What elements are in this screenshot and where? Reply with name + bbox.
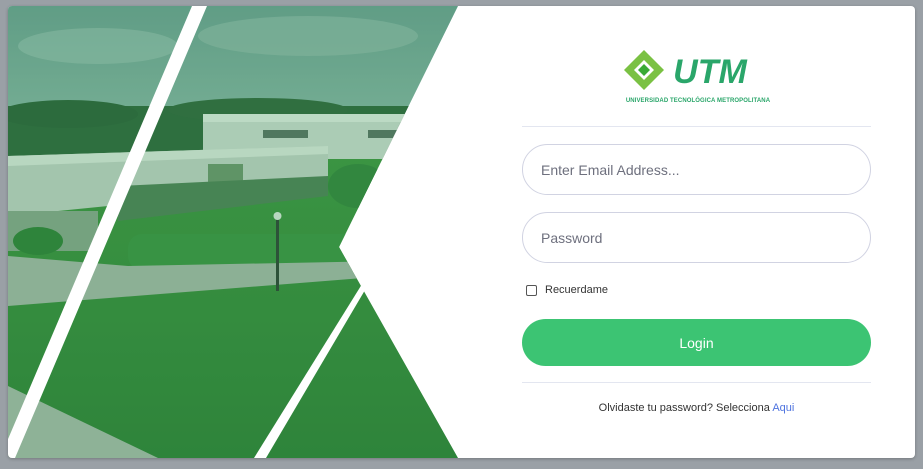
remember-label: Recuerdame — [545, 284, 608, 296]
login-button[interactable]: Login — [522, 319, 871, 366]
forgot-password-link[interactable]: Aqui — [772, 402, 794, 414]
bottom-divider — [522, 382, 871, 383]
password-input[interactable] — [522, 212, 871, 263]
utm-wordmark: UTM — [673, 53, 747, 91]
forgot-password-text: Olvidaste tu password? Selecciona — [598, 402, 770, 414]
login-card: UTM UNIVERSIDAD TECNOLÓGICA METROPOLITAN… — [8, 6, 915, 458]
forgot-password: Olvidaste tu password? Selecciona Aqui — [522, 402, 871, 414]
email-input[interactable] — [522, 144, 871, 195]
top-divider — [522, 126, 871, 127]
remember-checkbox[interactable] — [526, 284, 537, 296]
utm-logo-mark: UTM — [624, 50, 747, 91]
remember-me[interactable]: Recuerdame — [526, 284, 608, 296]
utm-logo-subtitle: UNIVERSIDAD TECNOLÓGICA METROPOLITANA — [625, 98, 771, 104]
utm-logo: UTM UNIVERSIDAD TECNOLÓGICA METROPOLITAN… — [622, 46, 774, 104]
campus-hero-image — [8, 6, 458, 458]
